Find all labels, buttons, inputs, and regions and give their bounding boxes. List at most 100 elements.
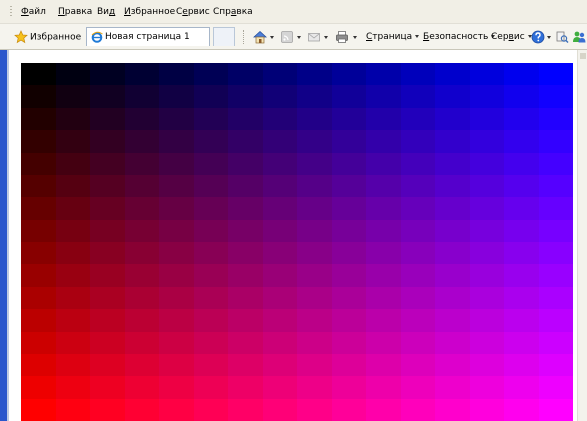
gradient-cell — [90, 242, 125, 265]
gradient-cell — [193, 152, 228, 175]
gradient-cell — [262, 309, 297, 332]
print-dropdown-arrow[interactable] — [353, 36, 357, 39]
gradient-cell — [193, 63, 228, 86]
mail-icon[interactable] — [307, 30, 321, 44]
gradient-cell — [435, 376, 470, 399]
gradient-cell — [262, 130, 297, 153]
gradient-cell — [228, 398, 263, 421]
gradient-cell — [159, 376, 194, 399]
gradient-cell — [297, 85, 332, 108]
gradient-cell — [21, 398, 56, 421]
gradient-cell — [228, 197, 263, 220]
gradient-cell — [469, 242, 504, 265]
help-dropdown-arrow[interactable] — [547, 36, 551, 39]
gradient-cell — [538, 264, 573, 287]
tools-menu-button[interactable]: Сервис — [491, 31, 532, 43]
home-icon[interactable] — [253, 30, 267, 44]
gradient-cell — [90, 107, 125, 131]
gradient-cell — [55, 174, 90, 198]
scroll-up-arrow[interactable] — [580, 53, 586, 59]
gradient-cell — [262, 376, 297, 399]
gradient-cell — [538, 286, 573, 310]
gradient-cell — [435, 264, 470, 287]
print-icon[interactable] — [335, 30, 349, 44]
gradient-cell — [435, 197, 470, 220]
mail-dropdown-arrow[interactable] — [324, 36, 328, 39]
gradient-cell — [469, 63, 504, 86]
gradient-cell — [159, 174, 194, 198]
gradient-cell — [400, 264, 435, 287]
menu-view[interactable]: Вид — [97, 6, 115, 18]
gradient-cell — [400, 331, 435, 354]
gradient-cell — [366, 197, 401, 220]
menu-grip[interactable] — [10, 6, 12, 18]
menu-file[interactable]: Файл — [21, 6, 46, 18]
page-menu-button[interactable]: Страница — [366, 31, 420, 43]
gradient-cell — [538, 309, 573, 332]
gradient-cell — [159, 353, 194, 377]
menu-tools[interactable]: Сервис — [176, 6, 210, 18]
gradient-cell — [331, 309, 366, 332]
favorites-button[interactable]: Избранное — [14, 30, 81, 44]
help-icon[interactable] — [531, 30, 545, 44]
gradient-cell — [159, 264, 194, 287]
gradient-cell — [159, 331, 194, 354]
gradient-cell — [504, 309, 539, 332]
gradient-cell — [262, 264, 297, 287]
gradient-cell — [193, 264, 228, 287]
feeds-dropdown-arrow[interactable] — [297, 36, 301, 39]
gradient-cell — [55, 107, 90, 131]
gradient-cell — [331, 242, 366, 265]
gradient-cell — [469, 152, 504, 175]
gradient-cell — [297, 63, 332, 86]
gradient-cell — [538, 219, 573, 242]
gradient-cell — [331, 286, 366, 310]
gradient-cell — [400, 85, 435, 108]
gradient-cell — [504, 107, 539, 131]
gradient-cell — [504, 264, 539, 287]
home-dropdown-arrow[interactable] — [270, 36, 274, 39]
menu-edit[interactable]: Правка — [58, 6, 92, 18]
gradient-cell — [331, 107, 366, 131]
research-icon[interactable] — [555, 30, 569, 44]
gradient-cell — [262, 174, 297, 198]
gradient-cell — [435, 63, 470, 86]
gradient-cell — [366, 264, 401, 287]
gradient-cell — [297, 331, 332, 354]
gradient-cell — [21, 63, 56, 86]
gradient-cell — [538, 174, 573, 198]
menu-help[interactable]: Справка — [213, 6, 253, 18]
gradient-cell — [124, 107, 159, 131]
gradient-cell — [469, 376, 504, 399]
gradient-cell — [193, 107, 228, 131]
gradient-cell — [228, 331, 263, 354]
gradient-cell — [366, 309, 401, 332]
gradient-cell — [297, 286, 332, 310]
gradient-cell — [124, 286, 159, 310]
tab-new-page[interactable]: Новая страница 1 — [86, 27, 210, 46]
security-menu-button[interactable]: Безопасность — [423, 31, 496, 43]
vertical-scrollbar[interactable] — [577, 50, 587, 421]
gradient-cell — [21, 353, 56, 377]
gradient-cell — [297, 376, 332, 399]
gradient-cell — [124, 331, 159, 354]
menu-favorites[interactable]: Избранное — [124, 6, 175, 18]
messenger-icon[interactable] — [572, 30, 586, 44]
gradient-cell — [331, 197, 366, 220]
gradient-cell — [159, 398, 194, 421]
command-toolbar: Избранное Новая страница 1 Страница Безо… — [0, 24, 587, 50]
new-tab-button[interactable] — [213, 27, 235, 46]
gradient-cell — [262, 353, 297, 377]
gradient-cell — [55, 353, 90, 377]
gradient-cell — [331, 264, 366, 287]
feeds-icon[interactable] — [280, 30, 294, 44]
gradient-cell — [366, 85, 401, 108]
gradient-cell — [538, 353, 573, 377]
favorites-label: Избранное — [30, 32, 82, 43]
gradient-cell — [400, 174, 435, 198]
gradient-cell — [21, 309, 56, 332]
gradient-cell — [538, 376, 573, 399]
gradient-cell — [538, 197, 573, 220]
gradient-cell — [366, 242, 401, 265]
page-viewport — [9, 50, 577, 421]
